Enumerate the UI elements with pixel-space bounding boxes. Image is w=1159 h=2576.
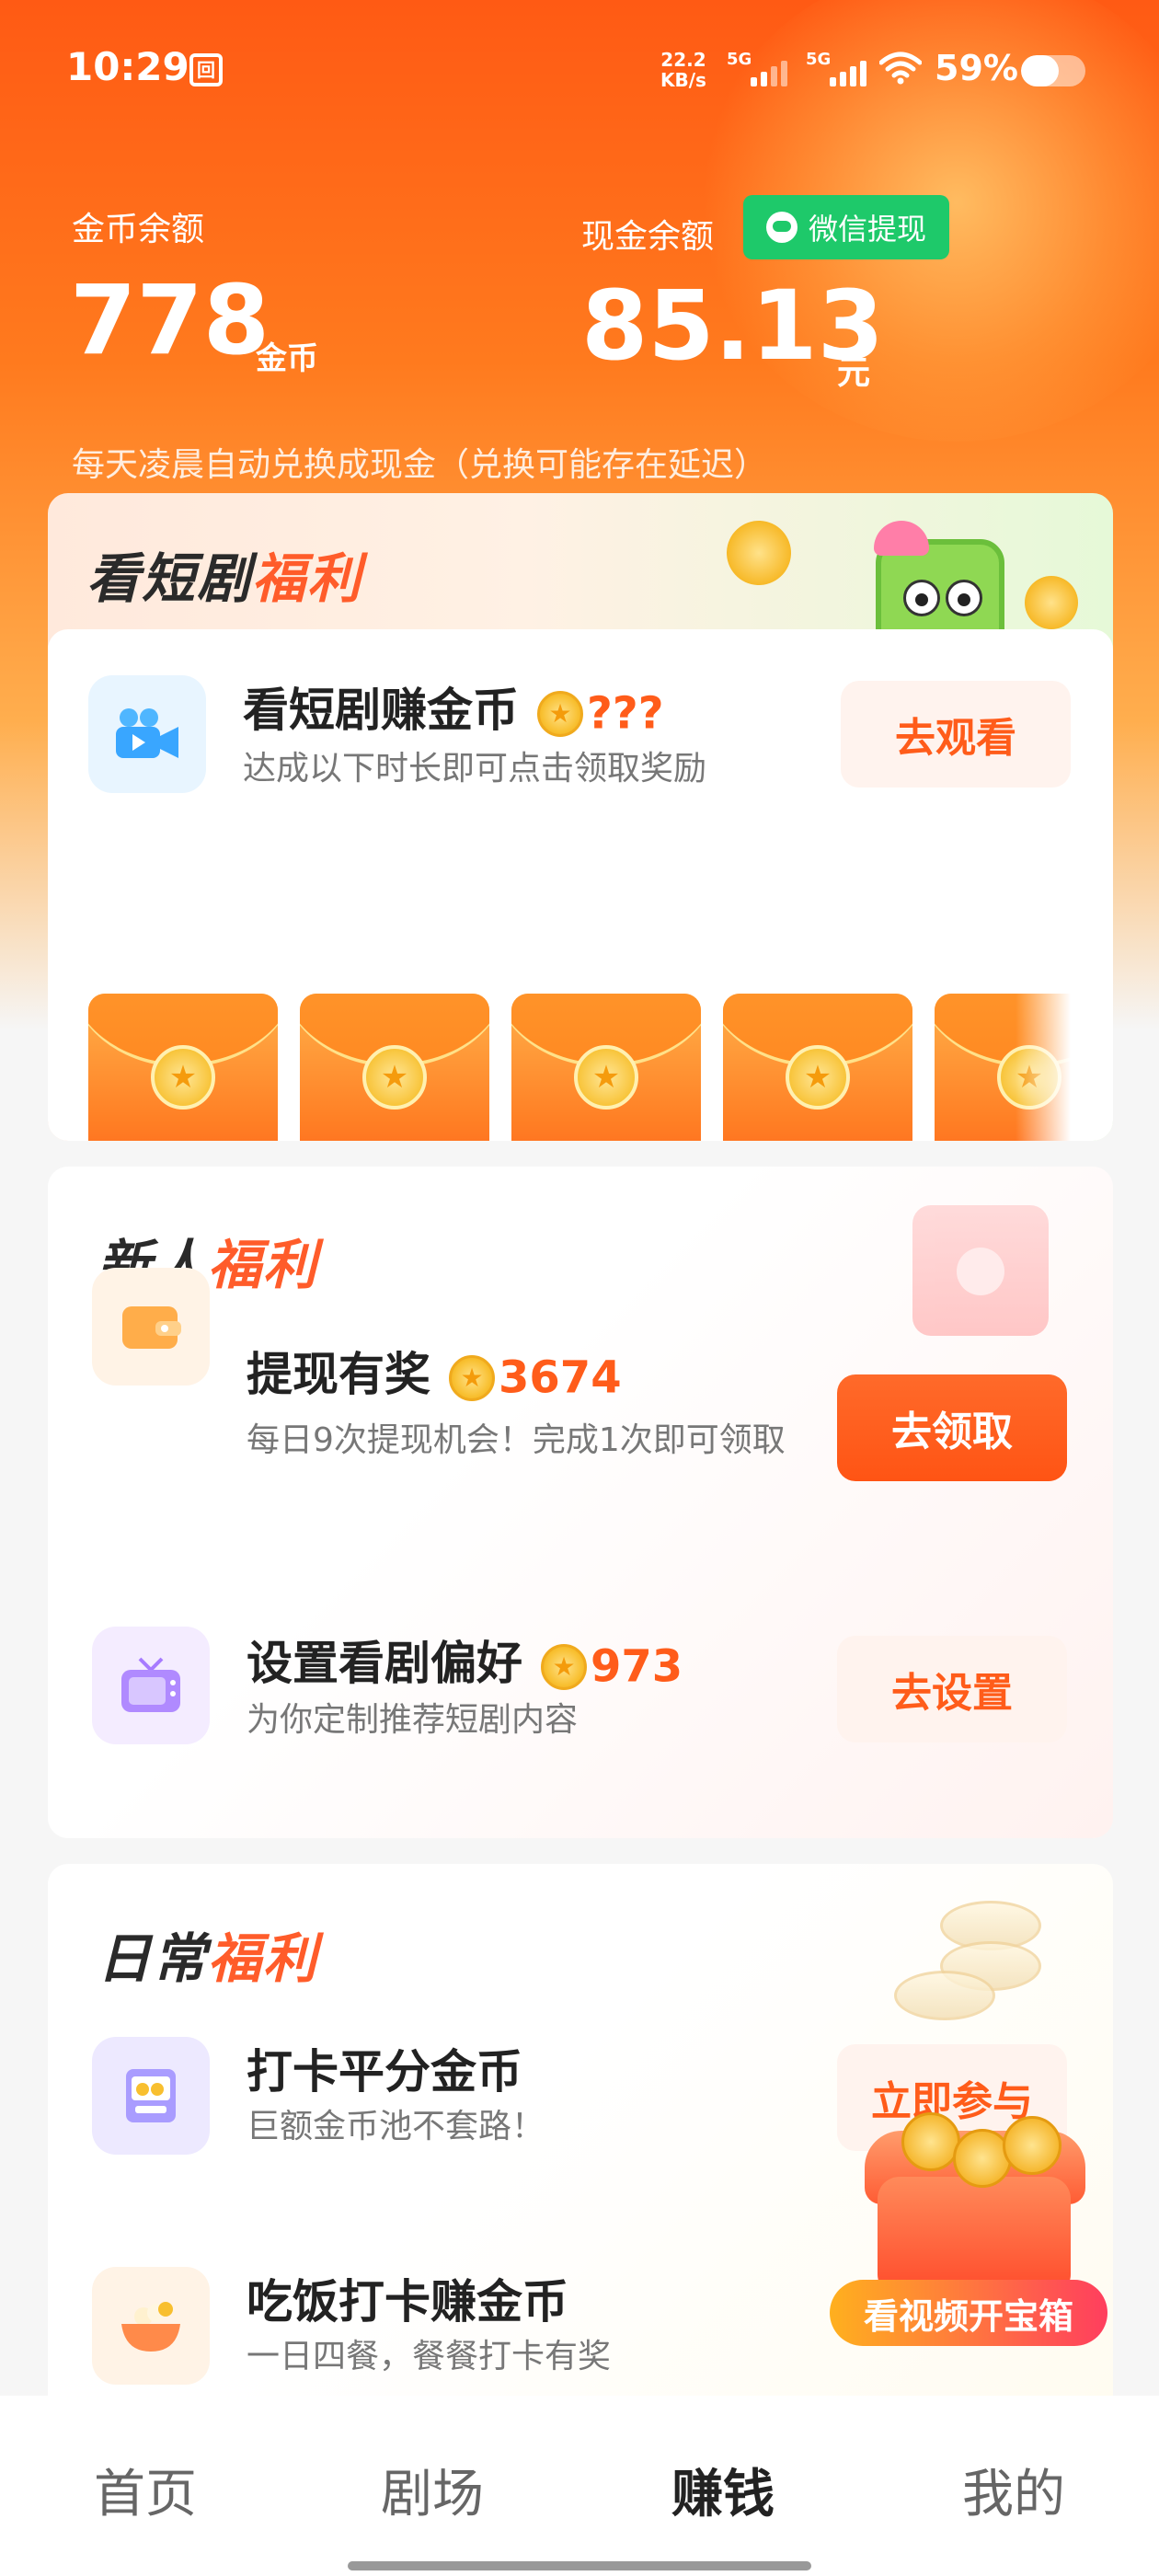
coin-decoration	[1025, 576, 1078, 629]
drama-welfare-card: 看短剧福利 看短剧赚金币??? 达成以下时长即可点击领取奖励 去观看 ??? ?…	[48, 493, 1113, 1141]
drama-task-title-row: 看短剧赚金币???	[243, 673, 664, 740]
reward-envelope[interactable]: ???	[300, 994, 489, 1141]
coin-machine-icon	[92, 2037, 210, 2155]
withdraw-task-desc: 每日9次提现机会！完成1次即可领取	[247, 1421, 786, 1459]
network-speed: 22.2 KB/s	[660, 49, 706, 91]
battery-level	[1021, 55, 1060, 86]
coin-unit: 金币	[256, 340, 318, 377]
cash-balance-label: 现金余额	[581, 218, 715, 256]
wallet-icon	[92, 1268, 210, 1386]
wechat-icon	[765, 212, 798, 243]
tv-icon	[92, 1627, 210, 1744]
coin-icon	[537, 690, 583, 737]
nav-tab-theater[interactable]: 剧场	[381, 2453, 484, 2527]
coin-icon	[541, 1643, 587, 1690]
open-chest-button[interactable]: 看视频开宝箱	[830, 2280, 1107, 2346]
wifi-icon	[879, 52, 922, 85]
reward-envelope[interactable]: ???	[88, 994, 278, 1141]
coin-icon	[151, 1045, 215, 1110]
wechat-withdraw-label: 微信提现	[808, 212, 926, 247]
watch-button[interactable]: 去观看	[841, 681, 1071, 788]
status-bar: 10:29 回 22.2 KB/s 5G 5G 59%	[0, 0, 1159, 138]
treasure-chest-widget[interactable]	[865, 2112, 1085, 2296]
nav-tab-me[interactable]: 我的	[962, 2453, 1065, 2527]
status-time: 10:29	[66, 44, 189, 89]
red-packet-decoration	[912, 1205, 1049, 1336]
reward-envelope[interactable]: ???	[723, 994, 912, 1141]
cash-unit: 元	[837, 354, 871, 392]
reward-envelope[interactable]: ???	[511, 994, 701, 1141]
claim-button[interactable]: 去领取	[837, 1374, 1067, 1481]
checkin-share-desc: 巨额金币池不套路！	[247, 2108, 545, 2145]
checkin-share-title: 打卡平分金币	[247, 2045, 522, 2099]
notification-icon: 回	[189, 53, 223, 86]
home-indicator	[348, 2561, 811, 2570]
wechat-withdraw-button[interactable]: 微信提现	[743, 195, 949, 259]
nav-tab-home[interactable]: 首页	[94, 2453, 197, 2527]
coin-icon	[574, 1045, 638, 1110]
section-title-drama: 看短剧福利	[86, 547, 363, 610]
preference-task-title-row: 设置看剧偏好973	[247, 1627, 683, 1693]
signal-1-icon: 5G	[727, 50, 793, 90]
withdraw-task-title-row: 提现有奖3674	[247, 1338, 622, 1404]
battery-icon	[1021, 55, 1085, 86]
drama-task-desc: 达成以下时长即可点击领取奖励	[243, 750, 707, 788]
section-title-daily: 日常福利	[98, 1927, 319, 1990]
coin-icon	[449, 1354, 495, 1401]
coin-icon	[362, 1045, 427, 1110]
battery-percent: 59%	[935, 48, 1018, 88]
meal-checkin-desc: 一日四餐，餐餐打卡有奖	[247, 2338, 612, 2375]
coin-decoration	[717, 512, 800, 594]
drama-task-panel: 看短剧赚金币??? 达成以下时长即可点击领取奖励 去观看 ??? ??? ???…	[48, 629, 1113, 1141]
coin-balance-label: 金币余额	[72, 211, 205, 248]
preference-task-desc: 为你定制推荐短剧内容	[247, 1701, 579, 1739]
meal-checkin-title: 吃饭打卡赚金币	[247, 2275, 568, 2329]
coin-balance-value: 778	[70, 264, 270, 376]
bottom-navigation: 首页 剧场 赚钱 我的	[0, 2396, 1159, 2576]
signal-2-icon: 5G	[806, 50, 872, 90]
video-camera-icon	[88, 675, 206, 793]
nav-tab-earn[interactable]: 赚钱	[671, 2453, 775, 2527]
exchange-note: 每天凌晨自动兑换成现金（兑换可能存在延迟）	[72, 446, 768, 484]
newbie-welfare-card: 新人福利 提现有奖3674 每日9次提现机会！完成1次即可领取 去领取 设置看剧…	[48, 1167, 1113, 1838]
coin-icon	[786, 1045, 850, 1110]
reward-envelopes-row: ??? ??? ??? ??? ???	[88, 994, 1071, 1141]
set-preference-button[interactable]: 去设置	[837, 1636, 1067, 1742]
meal-bowl-icon	[92, 2267, 210, 2385]
